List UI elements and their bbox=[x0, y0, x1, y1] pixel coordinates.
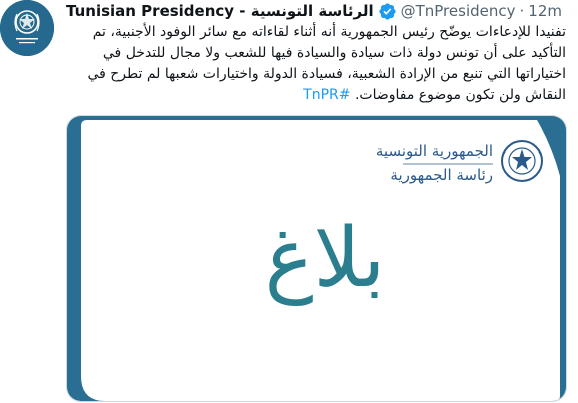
tweet[interactable]: Tunisian Presidency - الرئاسة التونسية @… bbox=[0, 0, 578, 403]
presidential-seal-icon bbox=[0, 0, 54, 56]
separator-dot: · bbox=[519, 2, 525, 20]
hashtag-link[interactable]: #TnPR bbox=[303, 87, 350, 103]
user-handle[interactable]: @TnPresidency bbox=[401, 0, 516, 22]
timestamp[interactable]: 12m bbox=[528, 0, 562, 22]
verified-badge-icon bbox=[378, 2, 397, 21]
display-name[interactable]: Tunisian Presidency - الرئاسة التونسية bbox=[66, 0, 374, 22]
logo-line-2: رئاسة الجمهورية bbox=[390, 166, 493, 184]
avatar[interactable] bbox=[0, 0, 54, 56]
logo-line-1: الجمهورية التونسية bbox=[376, 142, 493, 160]
media-card[interactable]: الجمهورية التونسية رئاسة الجمهورية بلاغ bbox=[66, 115, 567, 402]
tweet-text: تفنيدا للإدعاءات يوضّح رئيس الجمهورية أن… bbox=[66, 22, 566, 106]
announcement-image: الجمهورية التونسية رئاسة الجمهورية بلاغ bbox=[67, 116, 566, 401]
tweet-header: Tunisian Presidency - الرئاسة التونسية @… bbox=[66, 0, 562, 22]
announcement-word: بلاغ bbox=[265, 211, 386, 306]
